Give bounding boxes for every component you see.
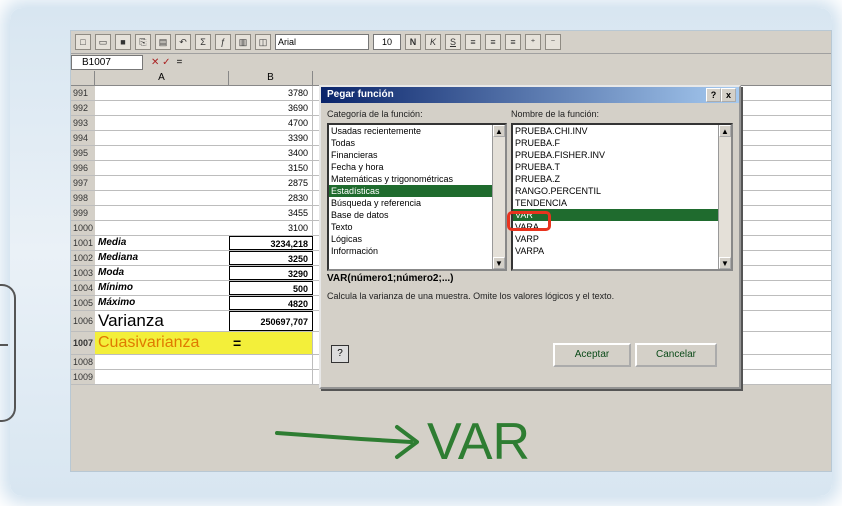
var-annotation-text: VAR: [427, 413, 530, 471]
side-bracket-decoration: [0, 284, 16, 422]
hand-drawn-arrow: [275, 431, 413, 444]
spreadsheet-window: □ ▭ ■ ⎘ ▤ ↶ Σ ƒ ▥ ◫ Arial 10 N K S ≡ ≡ ≡…: [70, 30, 832, 472]
side-tick-decoration: [0, 344, 8, 346]
annotation-layer: VAR: [275, 413, 530, 471]
